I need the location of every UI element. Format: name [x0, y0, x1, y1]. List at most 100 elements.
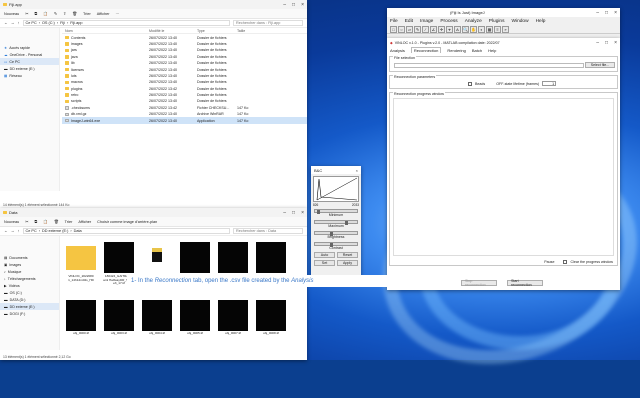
- close-icon[interactable]: ×: [301, 2, 304, 8]
- tool-button-icon[interactable]: □: [390, 25, 397, 33]
- minimize-icon[interactable]: –: [283, 2, 286, 8]
- bc-reset-button[interactable]: Reset: [337, 252, 358, 258]
- sidebar-item-documents[interactable]: ▤ Documents: [0, 254, 59, 261]
- tool-button-icon[interactable]: ◐: [478, 25, 485, 33]
- tool-button-icon[interactable]: A: [454, 25, 461, 33]
- tool-button-icon[interactable]: 🔍: [462, 25, 469, 33]
- bc-apply-button[interactable]: Apply: [337, 260, 358, 266]
- beads-checkbox[interactable]: [468, 81, 472, 86]
- menu-item-window[interactable]: Window: [512, 19, 529, 24]
- search-input[interactable]: Rechercher dans : Data: [233, 228, 303, 234]
- copy-icon[interactable]: ⧉: [34, 12, 37, 16]
- minimize-icon[interactable]: –: [596, 10, 599, 16]
- view-button[interactable]: Afficher: [78, 220, 91, 224]
- breadcrumb-item[interactable]: Fiji.app: [70, 21, 82, 25]
- cut-icon[interactable]: ✂: [25, 11, 28, 16]
- column-modified[interactable]: Modifié le: [149, 29, 197, 33]
- off-state-stepper[interactable]: 1: [542, 81, 557, 86]
- breadcrumb-item[interactable]: DD externe (E:): [42, 229, 68, 233]
- slider-thumb[interactable]: [330, 242, 333, 247]
- menu-item-process[interactable]: Process: [440, 19, 457, 24]
- sidebar-item-dogi-f[interactable]: ▬ DOGI (F:): [0, 310, 59, 317]
- sidebar-item-network[interactable]: ▦ Réseau: [0, 72, 59, 79]
- close-icon[interactable]: ×: [614, 10, 617, 16]
- tool-button-icon[interactable]: ≡: [494, 25, 501, 33]
- new-button[interactable]: Nouveau: [4, 220, 19, 224]
- minimize-icon[interactable]: –: [283, 210, 286, 216]
- column-type[interactable]: Type: [197, 29, 237, 33]
- rename-icon[interactable]: ✎: [54, 11, 57, 16]
- copy-icon[interactable]: ⧉: [34, 220, 37, 224]
- maximize-icon[interactable]: □: [605, 40, 608, 46]
- image-thumbnail[interactable]: [142, 300, 172, 331]
- breadcrumb-item[interactable]: Ce PC: [26, 229, 37, 233]
- tab-rendering[interactable]: Rendering: [447, 48, 465, 53]
- image-thumbnail[interactable]: [218, 242, 248, 273]
- breadcrumb[interactable]: Ce PC › OS (C:) › Fiji › Fiji.app: [22, 20, 230, 26]
- sidebar-item-quick-access[interactable]: ★ Accès rapide: [0, 44, 59, 51]
- menu-item-edit[interactable]: Edit: [405, 19, 413, 24]
- slider-track[interactable]: [314, 209, 358, 214]
- view-button[interactable]: Afficher: [97, 12, 110, 16]
- maximize-icon[interactable]: □: [292, 2, 295, 8]
- sort-button[interactable]: Trier: [65, 220, 73, 224]
- tool-button-icon[interactable]: ✋: [470, 25, 477, 33]
- sidebar-item-this-pc[interactable]: ▭ Ce PC: [0, 58, 59, 65]
- slider-track[interactable]: [314, 242, 358, 247]
- sidebar-item-data-d[interactable]: ▬ DATA (D:): [0, 296, 59, 303]
- select-file-button[interactable]: Select file...: [585, 62, 615, 68]
- app-icon-thumbnail[interactable]: [142, 242, 172, 273]
- image-thumbnail[interactable]: [256, 300, 286, 331]
- file-path-field[interactable]: [394, 63, 584, 68]
- sidebar-item-onedrive[interactable]: ☁ OneDrive - Personal: [0, 51, 59, 58]
- image-thumbnail[interactable]: [66, 300, 96, 331]
- back-icon[interactable]: ←: [4, 21, 8, 25]
- image-thumbnail[interactable]: [180, 242, 210, 273]
- tool-button-icon[interactable]: ∠: [430, 25, 437, 33]
- share-icon[interactable]: ⇪: [63, 11, 66, 16]
- sidebar-item-images[interactable]: ▣ Images: [0, 261, 59, 268]
- tool-button-icon[interactable]: ⌖: [446, 25, 453, 33]
- bc-auto-button[interactable]: Auto: [314, 252, 335, 258]
- more-icon[interactable]: ···: [116, 12, 120, 16]
- close-icon[interactable]: ×: [301, 210, 304, 216]
- back-icon[interactable]: ←: [4, 229, 8, 233]
- breadcrumb-item[interactable]: Ce PC: [26, 21, 37, 25]
- menu-item-file[interactable]: File: [390, 19, 398, 24]
- maximize-icon[interactable]: □: [292, 210, 295, 216]
- up-icon[interactable]: ↑: [18, 21, 20, 25]
- paste-icon[interactable]: 📋: [43, 219, 48, 224]
- delete-icon[interactable]: 🗑: [54, 219, 59, 224]
- stop-reconnection-button[interactable]: Stop reconnection: [461, 279, 497, 287]
- maximize-icon[interactable]: □: [605, 10, 608, 16]
- tab-help[interactable]: Help: [488, 48, 496, 53]
- sidebar-item-os-c[interactable]: ▬ OS (C:): [0, 289, 59, 296]
- search-input[interactable]: Rechercher dans : Fiji.app: [233, 20, 303, 26]
- new-button[interactable]: Nouveau: [4, 12, 19, 16]
- image-thumbnail[interactable]: [104, 300, 134, 331]
- tool-button-icon[interactable]: ∕: [422, 25, 429, 33]
- paste-icon[interactable]: 📋: [43, 11, 48, 16]
- tool-button-icon[interactable]: ✎: [414, 25, 421, 33]
- close-icon[interactable]: ×: [356, 168, 358, 173]
- slider-thumb[interactable]: [330, 231, 333, 236]
- breadcrumb[interactable]: Ce PC › DD externe (E:) › Data: [22, 228, 230, 234]
- start-reconnection-button[interactable]: Start reconnection: [507, 279, 543, 287]
- delete-icon[interactable]: 🗑: [72, 11, 77, 16]
- table-row[interactable]: ImageJ-win64.exe 26/07/2022 13:40 Applic…: [62, 117, 307, 124]
- breadcrumb-item[interactable]: Fiji: [60, 21, 65, 25]
- folder-thumbnail[interactable]: [66, 246, 96, 270]
- cut-icon[interactable]: ✂: [25, 219, 28, 224]
- sidebar-item-videos[interactable]: ▶ Vidéos: [0, 282, 59, 289]
- image-thumbnail[interactable]: [180, 300, 210, 331]
- tab-reconnection[interactable]: Reconnection: [410, 47, 442, 53]
- bc-set-button[interactable]: Set: [314, 260, 335, 266]
- menu-item-image[interactable]: Image: [420, 19, 433, 24]
- sidebar-item-external-drive[interactable]: ▬ DD externe (E:): [0, 65, 59, 72]
- sidebar-item-music[interactable]: ♪ Musique: [0, 268, 59, 275]
- clear-progress-checkbox[interactable]: [563, 260, 568, 264]
- sidebar-item-downloads[interactable]: ↓ Téléchargements: [0, 275, 59, 282]
- close-icon[interactable]: ×: [614, 40, 617, 46]
- tool-button-icon[interactable]: ○: [398, 25, 405, 33]
- menu-item-analyze[interactable]: Analyze: [465, 19, 482, 24]
